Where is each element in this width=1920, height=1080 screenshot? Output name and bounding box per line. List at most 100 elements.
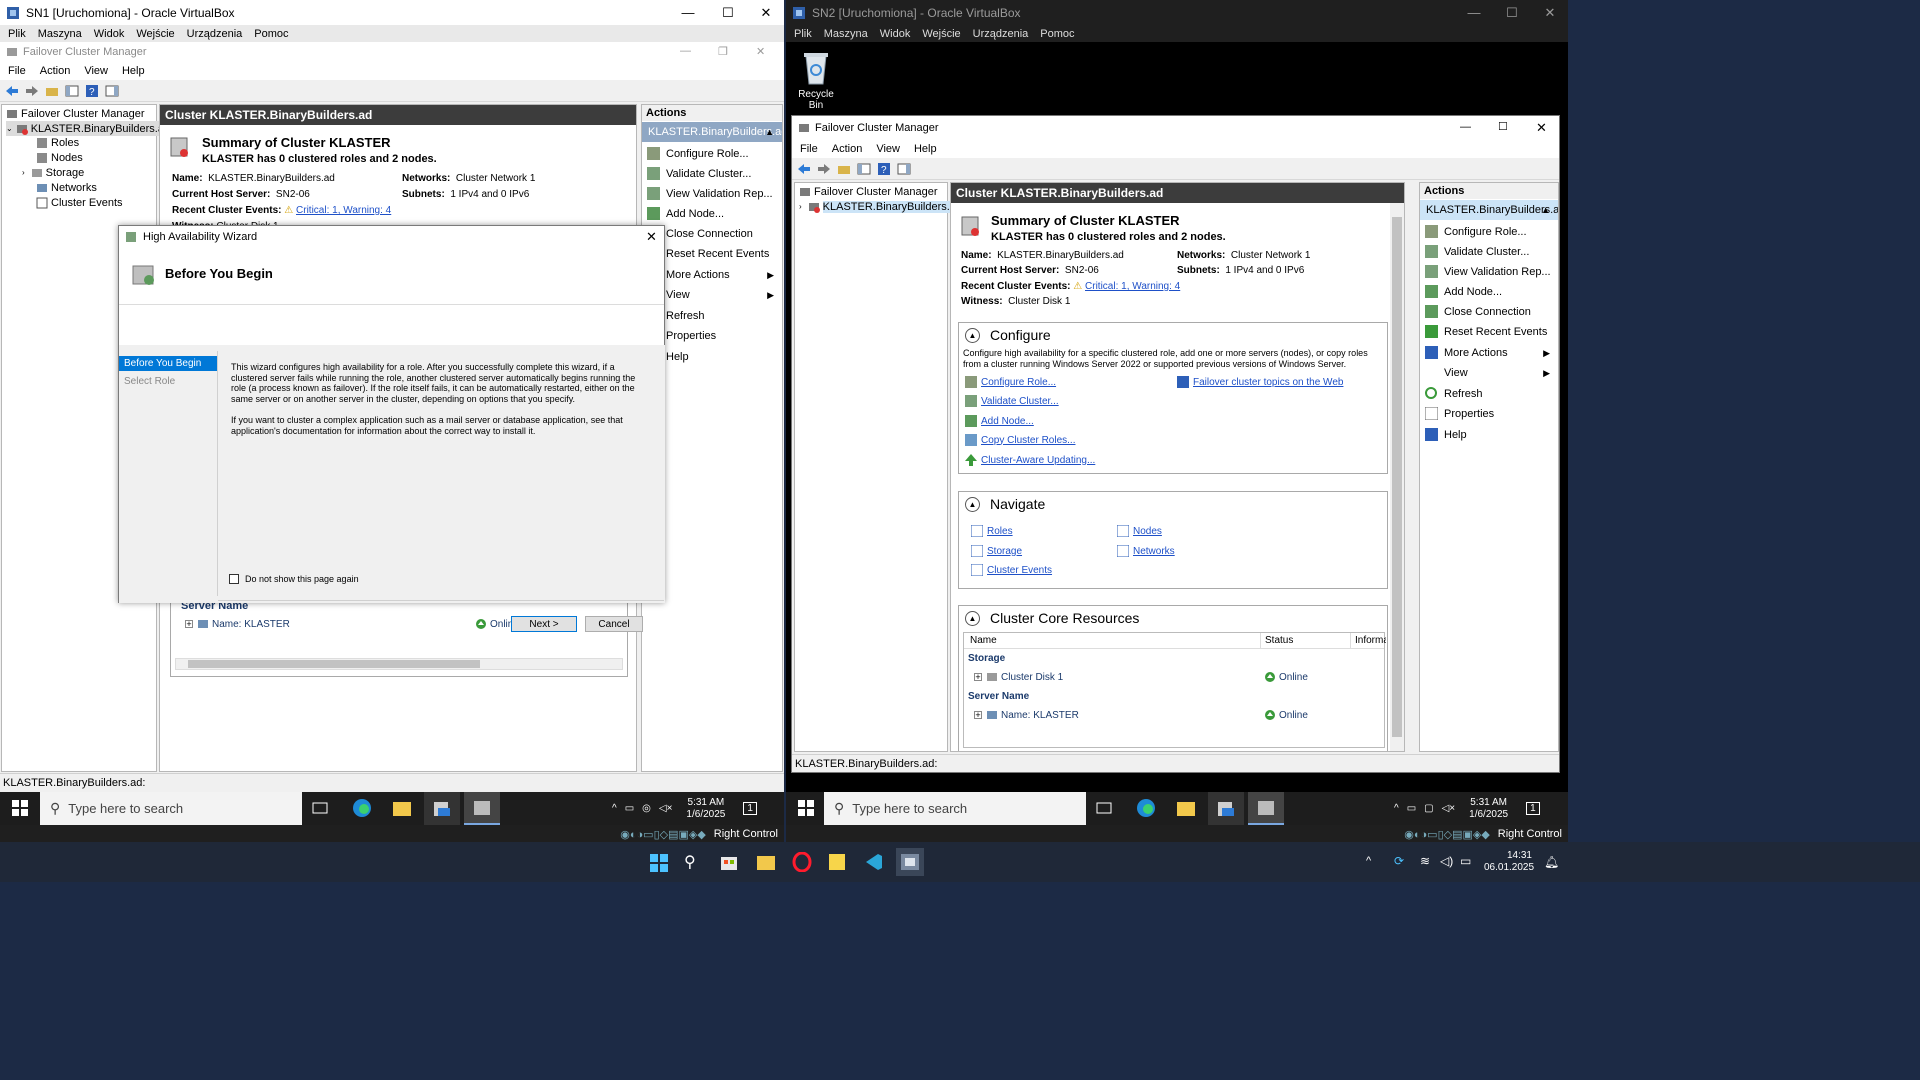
edge-icon[interactable] (1136, 798, 1156, 821)
menu-plik[interactable]: Plik (794, 28, 812, 40)
nav-link-networks[interactable]: Networks (1117, 545, 1175, 557)
collapse-icon[interactable]: ▲ (965, 610, 980, 626)
menu-wejscie[interactable]: Wejście (136, 28, 174, 40)
menu-pomoc[interactable]: Pomoc (1040, 28, 1074, 40)
action-add-node[interactable]: Add Node... (1420, 282, 1558, 302)
events-link[interactable]: Critical: 1, Warning: 4 (296, 205, 391, 216)
tree-item-networks[interactable]: Networks (36, 180, 97, 195)
failover-cluster-taskbar-icon[interactable] (464, 792, 500, 825)
nav-link-cluster-events[interactable]: Cluster Events (971, 564, 1052, 576)
collapse-icon[interactable]: ▲ (765, 127, 774, 137)
action-view-validation-report[interactable]: View Validation Rep... (642, 184, 782, 204)
menu-action[interactable]: Action (40, 65, 71, 77)
notification-icon[interactable]: 1 (743, 802, 757, 815)
show-hide-tree-icon[interactable] (64, 83, 80, 99)
menu-widok[interactable]: Widok (94, 28, 125, 40)
sync-icon[interactable]: ⟳ (1394, 854, 1404, 868)
wizard-step-before-you-begin[interactable]: Before You Begin (119, 356, 217, 371)
vm1-clock[interactable]: 5:31 AM 1/6/2025 (686, 797, 725, 821)
vertical-scrollbar[interactable] (1390, 203, 1404, 751)
menu-help[interactable]: Help (122, 65, 145, 77)
link-add-node[interactable]: Add Node... (965, 415, 1034, 427)
up-folder-icon[interactable] (44, 83, 60, 99)
column-information[interactable]: Informat (1350, 633, 1386, 649)
network-icon[interactable]: ▭ (625, 803, 634, 814)
store-icon[interactable] (720, 853, 738, 874)
navigate-header[interactable]: ▲ Navigate (965, 496, 1045, 512)
menu-help[interactable]: Help (914, 143, 937, 155)
table-row[interactable]: + Cluster Disk 1 (974, 671, 1063, 683)
fcm-minimize-button[interactable]: — (680, 45, 691, 57)
menu-view[interactable]: View (876, 143, 900, 155)
vb-device-icons[interactable]: ◉◐◑▭▯◇▤▣◈◆ (1404, 828, 1490, 841)
chevron-up-icon[interactable]: ^ (1394, 803, 1399, 814)
horizontal-scrollbar[interactable] (175, 658, 623, 670)
action-reset-recent-events[interactable]: Reset Recent Events (1420, 322, 1558, 342)
action-validate-cluster[interactable]: Validate Cluster... (642, 164, 782, 184)
chevron-down-icon[interactable]: ⌄ (6, 124, 13, 133)
action-view-validation-report[interactable]: View Validation Rep... (1420, 262, 1558, 282)
menu-widok[interactable]: Widok (880, 28, 911, 40)
failover-cluster-taskbar-icon[interactable] (1248, 792, 1284, 825)
tree-cluster-node[interactable]: › KLASTER.BinaryBuilders.ad (799, 199, 963, 214)
action-view[interactable]: View ▶ (1420, 363, 1558, 383)
fcm-close-button[interactable]: ✕ (1536, 120, 1547, 136)
windows-start-icon[interactable] (650, 854, 668, 875)
core-resources-header[interactable]: ▲ Cluster Core Resources (965, 610, 1139, 626)
notification-icon[interactable]: 1 (1526, 802, 1540, 815)
tree-root[interactable]: Failover Cluster Manager (799, 184, 938, 199)
display-icon[interactable]: ▢ (1424, 803, 1433, 814)
actions-selected-cluster[interactable]: KLASTER.BinaryBuilders.ad ▲ (642, 122, 782, 142)
windows-start-icon[interactable] (798, 800, 814, 819)
tree-item-storage[interactable]: › Storage (22, 165, 84, 180)
file-explorer-icon[interactable] (392, 799, 412, 820)
actions-selected-cluster[interactable]: KLASTER.BinaryBuilders.ad ▲ (1420, 200, 1558, 220)
chevron-right-icon[interactable]: › (22, 168, 25, 177)
chevron-up-icon[interactable]: ^ (612, 803, 617, 814)
sticky-notes-icon[interactable] (828, 853, 846, 874)
visual-studio-code-icon[interactable] (864, 852, 884, 875)
tree-item-roles[interactable]: Roles (36, 135, 79, 150)
tree-root[interactable]: Failover Cluster Manager (6, 106, 145, 121)
wifi-icon[interactable]: ≋ (1420, 854, 1430, 868)
show-hide-action-pane-icon[interactable] (896, 161, 912, 177)
menu-maszyna[interactable]: Maszyna (38, 28, 82, 40)
menu-pomoc[interactable]: Pomoc (254, 28, 288, 40)
collapse-icon[interactable]: ▲ (965, 327, 980, 343)
windows-start-icon[interactable] (12, 800, 28, 819)
link-cluster-aware-updating[interactable]: Cluster-Aware Updating... (965, 454, 1095, 466)
menu-view[interactable]: View (84, 65, 108, 77)
file-explorer-icon[interactable] (1176, 799, 1196, 820)
wizard-next-button[interactable]: Next > (511, 616, 577, 632)
fcm-close-button[interactable]: ✕ (756, 45, 765, 58)
nav-link-nodes[interactable]: Nodes (1117, 525, 1162, 537)
globe-icon[interactable]: ◎ (642, 803, 651, 814)
link-configure-role[interactable]: Configure Role... (965, 376, 1056, 388)
collapse-icon[interactable]: ▲ (965, 496, 980, 512)
menu-wejscie[interactable]: Wejście (922, 28, 960, 40)
menu-file[interactable]: File (800, 143, 818, 155)
server-manager-icon[interactable] (424, 792, 460, 825)
menu-maszyna[interactable]: Maszyna (824, 28, 868, 40)
vm2-clock[interactable]: 5:31 AM 1/6/2025 (1469, 797, 1508, 821)
maximize-button[interactable]: ☐ (708, 0, 748, 25)
network-icon[interactable]: ▭ (1407, 803, 1416, 814)
back-icon[interactable] (4, 83, 20, 99)
action-help[interactable]: Help (1420, 425, 1558, 445)
up-folder-icon[interactable] (836, 161, 852, 177)
task-view-icon[interactable] (1096, 800, 1112, 819)
host-clock[interactable]: 14:31 06.01.2025 (1484, 850, 1534, 874)
nav-link-roles[interactable]: Roles (971, 525, 1013, 537)
file-explorer-icon[interactable] (756, 853, 776, 874)
menu-urzadzenia[interactable]: Urządzenia (187, 28, 243, 40)
action-more-actions[interactable]: More Actions ▶ (1420, 343, 1558, 363)
forward-icon[interactable] (816, 161, 832, 177)
virtualbox-taskbar-icon[interactable] (896, 848, 924, 876)
close-button[interactable]: ✕ (746, 0, 784, 25)
menu-plik[interactable]: Plik (8, 28, 26, 40)
back-icon[interactable] (796, 161, 812, 177)
expand-icon[interactable]: + (974, 710, 982, 720)
action-configure-role[interactable]: Configure Role... (1420, 222, 1558, 242)
tree-cluster-node[interactable]: ⌄ KLASTER.BinaryBuilders.ad (6, 121, 171, 136)
edge-icon[interactable] (352, 798, 372, 821)
